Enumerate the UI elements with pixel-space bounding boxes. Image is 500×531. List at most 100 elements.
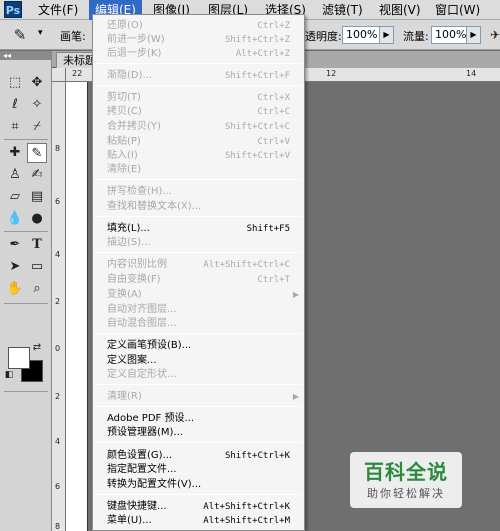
path-selection-icon[interactable]: ➤	[5, 257, 25, 277]
menu-item: 拷贝(C) Ctrl+C	[93, 105, 304, 119]
menu-separator	[95, 252, 302, 253]
menu-item: 粘贴(P) Ctrl+V	[93, 135, 304, 149]
document-canvas[interactable]	[66, 82, 88, 531]
menu-item[interactable]: 颜色设置(G)... Shift+Ctrl+K	[93, 449, 304, 463]
menu-item-label: 变换(A)	[107, 289, 142, 300]
swap-colors-icon[interactable]: ⇄	[30, 341, 44, 355]
ruler-corner	[52, 68, 66, 82]
menu-item-label: 菜单(U)...	[107, 515, 152, 526]
gradient-tool-icon[interactable]: ▤	[27, 187, 47, 207]
edit-menu-dropdown: 还原(O) Ctrl+Z 前进一步(W) Shift+Ctrl+Z 后退一步(K) Alt…	[92, 14, 305, 531]
menu-item: 清理(R) ▶	[93, 390, 304, 404]
menu-item: 内容识别比例 Alt+Shift+Ctrl+C	[93, 258, 304, 272]
menu-item-label: 定义自定形状...	[107, 369, 177, 380]
zoom-tool-icon[interactable]: ⌕	[27, 279, 47, 299]
menu-item: 渐隐(D)... Shift+Ctrl+F	[93, 69, 304, 83]
menu-separator	[95, 333, 302, 334]
menu-item[interactable]: 定义图案...	[93, 354, 304, 368]
menu-file[interactable]: 文件(F)	[32, 0, 84, 20]
hand-tool-icon[interactable]: ✋	[5, 279, 25, 299]
menu-item-label: 颜色设置(G)...	[107, 450, 173, 461]
blur-tool-icon[interactable]: 💧	[5, 209, 25, 229]
crop-tool-icon[interactable]: ⌗	[5, 117, 25, 137]
menu-item[interactable]: 预设管理器(M)...	[93, 426, 304, 440]
menu-item[interactable]: Adobe PDF 预设...	[93, 412, 304, 426]
opacity-slider-arrow-icon[interactable]: ▶	[379, 26, 394, 44]
menu-item-label: 拷贝(C)	[107, 106, 142, 117]
brush-preset-arrow-icon[interactable]: ▾	[38, 28, 43, 38]
panel-strip	[305, 51, 500, 68]
pen-tool-icon[interactable]: ✒	[5, 235, 25, 255]
menu-item-shortcut: Shift+Ctrl+V	[224, 151, 290, 161]
menu-separator	[95, 384, 302, 385]
eyedropper-icon[interactable]: ⌿	[27, 117, 47, 137]
menu-item-label: 填充(L)...	[107, 223, 150, 234]
ruler-v-label: 6	[55, 197, 61, 206]
brush-label: 画笔:	[60, 30, 86, 43]
type-tool-icon[interactable]: T	[27, 235, 47, 255]
ruler-v-label: 8	[55, 144, 61, 153]
menu-item-shortcut: Shift+F5	[246, 224, 290, 234]
menu-separator	[95, 85, 302, 86]
menu-item-label: 清除(E)	[107, 164, 142, 175]
menu-item[interactable]: 填充(L)... Shift+F5	[93, 222, 304, 236]
menu-item-label: 前进一步(W)	[107, 34, 165, 45]
menu-item[interactable]: 定义画笔预设(B)...	[93, 339, 304, 353]
brush-tool-icon[interactable]: ✎	[27, 143, 47, 163]
toolbox-collapse-icon[interactable]: ◂◂	[0, 51, 52, 60]
menu-item[interactable]: 指定配置文件...	[93, 463, 304, 477]
lasso-tool-icon[interactable]: ℓ	[5, 95, 25, 115]
menu-window[interactable]: 窗口(W)	[429, 0, 486, 20]
menu-item-shortcut: Shift+Ctrl+Z	[224, 35, 290, 45]
ruler-v-label: 6	[55, 482, 61, 491]
marquee-tool-icon[interactable]: ⬚	[5, 73, 25, 93]
menu-item-shortcut: Ctrl+X	[257, 93, 290, 103]
ruler-v-label: 4	[55, 250, 61, 259]
eraser-icon[interactable]: ▱	[5, 187, 25, 207]
menu-item-label: 剪切(T)	[107, 92, 141, 103]
menu-item: 描边(S)...	[93, 236, 304, 250]
opacity-input[interactable]: 100%	[342, 26, 380, 44]
toolbox-divider	[4, 391, 48, 392]
airbrush-icon[interactable]: ✈	[485, 25, 500, 45]
healing-brush-icon[interactable]: ✚	[5, 143, 25, 163]
default-colors-icon[interactable]: ◧	[3, 369, 15, 381]
menu-item-label: 还原(O)	[107, 20, 143, 31]
menu-item: 自由变换(F) Ctrl+T	[93, 273, 304, 287]
menu-item[interactable]: 菜单(U)... Alt+Shift+Ctrl+M	[93, 514, 304, 528]
menu-view[interactable]: 视图(V)	[373, 0, 427, 20]
menu-item[interactable]: 转换为配置文件(V)...	[93, 478, 304, 492]
clone-stamp-icon[interactable]: ♙	[5, 165, 25, 185]
history-brush-icon[interactable]: ✍	[27, 165, 47, 185]
menu-item-shortcut: Ctrl+T	[257, 275, 290, 285]
menu-item[interactable]: 键盘快捷键... Alt+Shift+Ctrl+K	[93, 500, 304, 514]
flow-slider-arrow-icon[interactable]: ▶	[466, 26, 481, 44]
menu-item-label: 定义图案...	[107, 355, 157, 366]
menu-item: 自动混合图层...	[93, 317, 304, 331]
menu-item-label: 自由变换(F)	[107, 274, 161, 285]
menu-item: 后退一步(K) Alt+Ctrl+Z	[93, 47, 304, 61]
menu-item-label: 指定配置文件...	[107, 464, 177, 475]
magic-wand-icon[interactable]: ✧	[27, 95, 47, 115]
ruler-v-label: 2	[55, 392, 61, 401]
menu-item: 合并拷贝(Y) Shift+Ctrl+C	[93, 120, 304, 134]
vertical-ruler: 8 6 4 2 0 2 4 6 8	[52, 82, 66, 531]
menu-item: 还原(O) Ctrl+Z	[93, 19, 304, 33]
submenu-arrow-icon: ▶	[292, 392, 299, 401]
menu-item: 清除(E)	[93, 163, 304, 177]
menu-item-label: 后退一步(K)	[107, 48, 162, 59]
photoshop-logo: Ps	[4, 1, 22, 18]
move-tool-icon[interactable]: ✥	[27, 73, 47, 93]
dodge-tool-icon[interactable]: ●	[27, 209, 47, 229]
menu-item: 拼写检查(H)...	[93, 185, 304, 199]
menu-filter[interactable]: 滤镜(T)	[316, 0, 369, 20]
menu-item-label: 键盘快捷键...	[107, 501, 167, 512]
flow-input[interactable]: 100%	[431, 26, 467, 44]
shape-tool-icon[interactable]: ▭	[27, 257, 47, 277]
menu-item: 贴入(I) Shift+Ctrl+V	[93, 149, 304, 163]
menu-item: 前进一步(W) Shift+Ctrl+Z	[93, 33, 304, 47]
menu-item-shortcut: Alt+Shift+Ctrl+M	[203, 516, 290, 526]
menu-item-shortcut: Shift+Ctrl+K	[224, 451, 290, 461]
foreground-color-swatch[interactable]	[8, 347, 30, 369]
brush-tool-preset-icon[interactable]: ✎	[10, 25, 30, 45]
